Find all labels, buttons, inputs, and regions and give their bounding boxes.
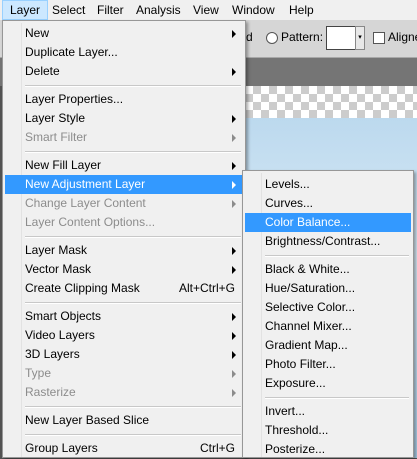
submenu-arrow-icon (232, 370, 236, 378)
menu-item-hue-saturation[interactable]: Hue/Saturation... (245, 279, 411, 298)
submenu-arrow-icon (232, 162, 236, 170)
aligned-checkbox[interactable] (373, 32, 385, 44)
menu-item-selective-color[interactable]: Selective Color... (245, 298, 411, 317)
menu-item-levels[interactable]: Levels... (245, 175, 411, 194)
menu-bar: Layer Select Filter Analysis View Window… (0, 0, 417, 20)
menu-item-photo-filter[interactable]: Photo Filter... (245, 355, 411, 374)
pattern-swatch[interactable] (326, 26, 356, 50)
menu-item-smart-objects[interactable]: Smart Objects (5, 307, 243, 326)
submenu-arrow-icon (232, 68, 236, 76)
menu-item-gradient-map[interactable]: Gradient Map... (245, 336, 411, 355)
menu-item-layer-properties[interactable]: Layer Properties... (5, 90, 243, 109)
menu-item-black-white[interactable]: Black & White... (245, 260, 411, 279)
menu-item-new-fill-layer[interactable]: New Fill Layer (5, 156, 243, 175)
menu-item-type: Type (5, 364, 243, 383)
submenu-arrow-icon (232, 181, 236, 189)
menu-separator (265, 255, 409, 257)
layer-menu: New Duplicate Layer... Delete Layer Prop… (2, 20, 246, 458)
menu-separator (25, 302, 241, 304)
menu-item-new[interactable]: New (5, 24, 243, 43)
pattern-dropdown-button[interactable]: ▾ (355, 26, 365, 50)
menu-separator (25, 85, 241, 87)
menu-item-color-balance[interactable]: Color Balance... (245, 213, 411, 232)
pattern-label: Pattern: (281, 30, 324, 44)
options-text-d: d (246, 30, 253, 44)
menu-item-posterize[interactable]: Posterize... (245, 440, 411, 459)
menu-analysis[interactable]: Analysis (129, 0, 188, 20)
submenu-arrow-icon (232, 351, 236, 359)
shortcut-label: Alt+Ctrl+G (178, 281, 235, 295)
menu-separator (25, 434, 241, 436)
menu-item-video-layers[interactable]: Video Layers (5, 326, 243, 345)
aligned-label: Aligne (388, 30, 417, 44)
submenu-arrow-icon (232, 332, 236, 340)
menu-item-layer-content-options: Layer Content Options... (25, 215, 156, 229)
submenu-arrow-icon (232, 266, 236, 274)
menu-item-group-layers[interactable]: Group Layers Ctrl+G (5, 439, 243, 458)
menu-item-smart-filter: Smart Filter (5, 128, 243, 147)
menu-separator (25, 151, 241, 153)
pattern-radio[interactable] (266, 32, 278, 44)
submenu-arrow-icon (232, 134, 236, 142)
menu-item-channel-mixer[interactable]: Channel Mixer... (245, 317, 411, 336)
menu-separator (265, 397, 409, 399)
submenu-arrow-icon (232, 115, 236, 123)
adjustment-layer-submenu: Levels... Curves... Color Balance... Bri… (242, 170, 414, 458)
menu-layer[interactable]: Layer (2, 0, 49, 20)
menu-separator (25, 236, 241, 238)
menu-help[interactable]: Help (282, 0, 321, 20)
menu-item-new-adjustment-layer[interactable]: New Adjustment Layer (5, 175, 243, 194)
menu-select[interactable]: Select (45, 0, 92, 20)
menu-item-delete[interactable]: Delete (5, 62, 243, 81)
menu-item-layer-style[interactable]: Layer Style (5, 109, 243, 128)
submenu-arrow-icon (232, 247, 236, 255)
menu-item-3d-layers[interactable]: 3D Layers (5, 345, 243, 364)
menu-item-new-layer-based-slice[interactable]: New Layer Based Slice (5, 411, 243, 430)
menu-item-change-layer-content: Change Layer Content (5, 194, 243, 213)
menu-view[interactable]: View (186, 0, 226, 20)
menu-separator (25, 406, 241, 408)
menu-item-curves[interactable]: Curves... (245, 194, 411, 213)
submenu-arrow-icon (232, 313, 236, 321)
menu-item-threshold[interactable]: Threshold... (245, 421, 411, 440)
menu-item-create-clipping-mask[interactable]: Create Clipping Mask Alt+Ctrl+G (5, 279, 243, 298)
menu-item-rasterize: Rasterize (5, 383, 243, 402)
submenu-arrow-icon (232, 389, 236, 397)
menu-window[interactable]: Window (225, 0, 282, 20)
menu-item-duplicate-layer[interactable]: Duplicate Layer... (5, 43, 243, 62)
menu-item-brightness-contrast[interactable]: Brightness/Contrast... (245, 232, 411, 251)
menu-filter[interactable]: Filter (90, 0, 131, 20)
menu-item-exposure[interactable]: Exposure... (245, 374, 411, 393)
menu-item-invert[interactable]: Invert... (245, 402, 411, 421)
menu-item-vector-mask[interactable]: Vector Mask (5, 260, 243, 279)
submenu-arrow-icon (232, 200, 236, 208)
menu-item-layer-mask[interactable]: Layer Mask (5, 241, 243, 260)
submenu-arrow-icon (232, 30, 236, 38)
shortcut-label: Ctrl+G (199, 441, 235, 455)
